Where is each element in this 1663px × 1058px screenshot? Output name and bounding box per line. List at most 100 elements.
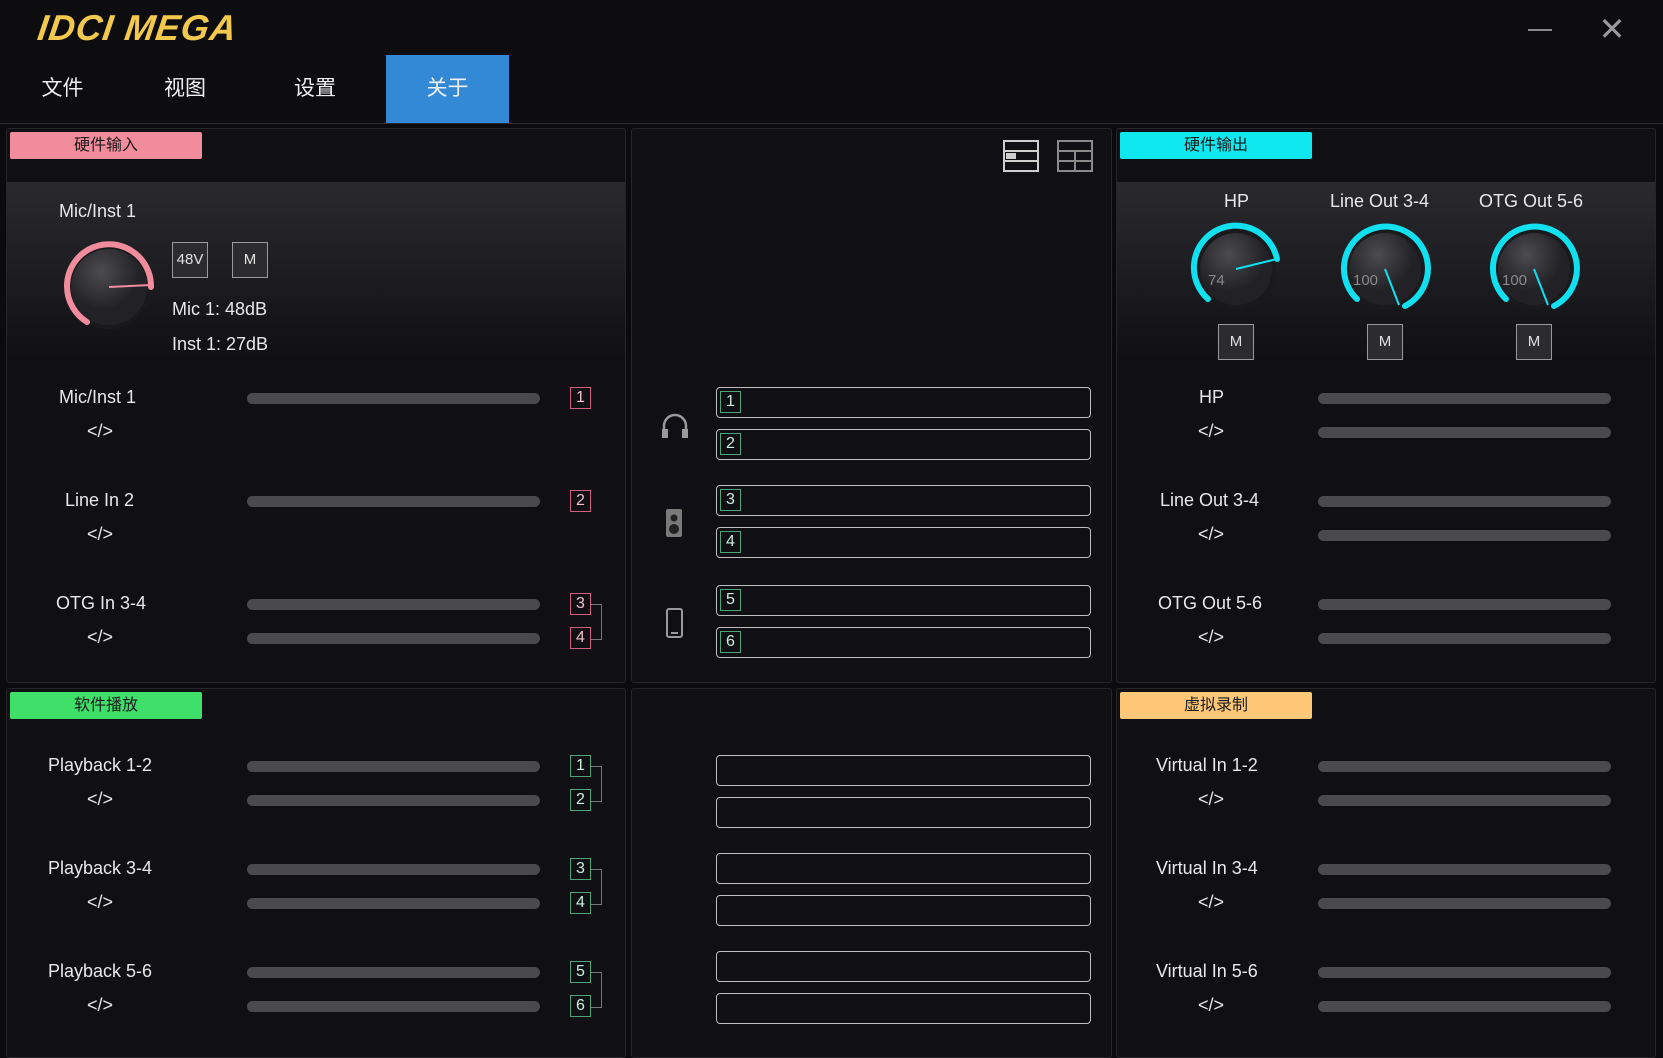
- virtual-row-code-button[interactable]: </>: [1198, 892, 1224, 913]
- playback-channel-number[interactable]: 4: [570, 892, 591, 914]
- output-level-meter: [1318, 427, 1611, 438]
- playback-level-meter: [247, 864, 540, 875]
- routing-slot[interactable]: 4: [716, 527, 1091, 558]
- title-bar: IDCI MEGA ✕: [0, 0, 1663, 56]
- routing-panel: 1 2 3 4 5 6: [631, 128, 1112, 683]
- output-row-code-button[interactable]: </>: [1198, 627, 1224, 648]
- hp-volume-knob[interactable]: [1186, 219, 1286, 319]
- virtual-record-tag: 虚拟录制: [1120, 692, 1312, 719]
- output-row-name: Line Out 3-4: [1160, 490, 1260, 510]
- playback-channel-number[interactable]: 6: [570, 995, 591, 1017]
- stereo-link-bracket: [591, 869, 602, 905]
- playback-level-meter: [247, 1001, 540, 1012]
- mic-gain-readout: Mic 1: 48dB: [172, 299, 268, 319]
- output-knob-label: Line Out 3-4: [1330, 191, 1430, 211]
- playback-row-code-button[interactable]: </>: [87, 995, 113, 1016]
- playback-channel-number[interactable]: 2: [570, 789, 591, 811]
- input-row-name: OTG In 3-4: [56, 593, 147, 613]
- menu-settings[interactable]: 设置: [245, 55, 385, 123]
- output-knob-label: OTG Out 5-6: [1479, 191, 1584, 211]
- otg-out-mute-button[interactable]: M: [1516, 324, 1552, 360]
- virtual-row-name: Virtual In 5-6: [1156, 961, 1258, 981]
- routing-slot-empty[interactable]: [716, 755, 1091, 786]
- hardware-output-panel: 硬件输出 HP Line Out 3-4 OTG Out 5-6 74 100 …: [1116, 128, 1656, 683]
- slot-number: 2: [720, 433, 741, 455]
- input-channel-number[interactable]: 1: [570, 387, 591, 409]
- playback-row-name: Playback 1-2: [48, 755, 153, 775]
- input-row-code-button[interactable]: </>: [87, 421, 113, 442]
- virtual-row-name: Virtual In 1-2: [1156, 755, 1258, 775]
- menu-file[interactable]: 文件: [0, 55, 125, 123]
- mic-gain-knob[interactable]: [57, 237, 167, 347]
- inst-gain-readout: Inst 1: 27dB: [172, 334, 269, 354]
- menu-about[interactable]: 关于: [386, 55, 509, 123]
- routing-slot-empty[interactable]: [716, 951, 1091, 982]
- output-level-meter: [1318, 496, 1611, 507]
- phone-icon: [666, 608, 683, 638]
- routing-slot[interactable]: 1: [716, 387, 1091, 418]
- routing-slot-empty[interactable]: [716, 895, 1091, 926]
- input-row-code-button[interactable]: </>: [87, 524, 113, 545]
- layout-grid-icon[interactable]: [1056, 139, 1096, 173]
- software-playback-panel: 软件播放 Playback 1-2 </> 1 2 Playback 3-4 <…: [6, 688, 626, 1058]
- input-row-code-button[interactable]: </>: [87, 627, 113, 648]
- playback-channel-number[interactable]: 5: [570, 961, 591, 983]
- routing-slot[interactable]: 2: [716, 429, 1091, 460]
- virtual-level-meter: [1318, 795, 1611, 806]
- playback-row-code-button[interactable]: </>: [87, 892, 113, 913]
- virtual-level-meter: [1318, 761, 1611, 772]
- input-mute-button[interactable]: M: [232, 242, 268, 278]
- routing-slot-empty[interactable]: [716, 797, 1091, 828]
- virtual-record-panel: 虚拟录制 Virtual In 1-2 </> Virtual In 3-4 <…: [1116, 688, 1656, 1058]
- stereo-link-bracket: [591, 604, 602, 640]
- input-row-name: Line In 2: [65, 490, 135, 510]
- stereo-link-bracket: [591, 972, 602, 1008]
- line-out-volume-value: 100: [1353, 272, 1379, 289]
- playback-row-name: Playback 3-4: [48, 858, 153, 878]
- playback-level-meter: [247, 967, 540, 978]
- routing-slot-empty[interactable]: [716, 853, 1091, 884]
- output-row-name: OTG Out 5-6: [1158, 593, 1263, 613]
- playback-row-code-button[interactable]: </>: [87, 789, 113, 810]
- routing-slot[interactable]: 6: [716, 627, 1091, 658]
- otg-out-volume-knob[interactable]: [1484, 219, 1584, 319]
- input-channel-number[interactable]: 2: [570, 490, 591, 512]
- routing-slot[interactable]: 3: [716, 485, 1091, 516]
- menu-bar: 文件 视图 设置 关于: [0, 55, 1663, 124]
- input-level-meter: [247, 599, 540, 610]
- playback-channel-number[interactable]: 3: [570, 858, 591, 880]
- virtual-row-code-button[interactable]: </>: [1198, 789, 1224, 810]
- virtual-level-meter: [1318, 1001, 1611, 1012]
- hardware-input-tag: 硬件输入: [10, 132, 202, 159]
- routing-slot[interactable]: 5: [716, 585, 1091, 616]
- headphones-icon: [662, 413, 688, 438]
- minimize-button[interactable]: [1525, 14, 1555, 44]
- phantom-48v-button[interactable]: 48V: [172, 242, 208, 278]
- close-button[interactable]: ✕: [1595, 12, 1629, 46]
- playback-channel-number[interactable]: 1: [570, 755, 591, 777]
- otg-out-volume-value: 100: [1502, 272, 1528, 289]
- input-level-meter: [247, 496, 540, 507]
- software-playback-tag: 软件播放: [10, 692, 202, 719]
- virtual-row-code-button[interactable]: </>: [1198, 995, 1224, 1016]
- output-row-code-button[interactable]: </>: [1198, 524, 1224, 545]
- input-channel-number[interactable]: 3: [570, 593, 591, 615]
- output-level-meter: [1318, 633, 1611, 644]
- routing-slot-empty[interactable]: [716, 993, 1091, 1024]
- playback-level-meter: [247, 898, 540, 909]
- menu-view[interactable]: 视图: [125, 55, 245, 123]
- slot-number: 4: [720, 531, 741, 553]
- input-channel-title: Mic/Inst 1: [59, 201, 137, 221]
- hp-mute-button[interactable]: M: [1218, 324, 1254, 360]
- output-level-meter: [1318, 393, 1611, 404]
- output-row-code-button[interactable]: </>: [1198, 421, 1224, 442]
- input-channel-number[interactable]: 4: [570, 627, 591, 649]
- line-out-mute-button[interactable]: M: [1367, 324, 1403, 360]
- virtual-level-meter: [1318, 864, 1611, 875]
- layout-single-icon[interactable]: [1002, 139, 1042, 173]
- playback-level-meter: [247, 795, 540, 806]
- input-row-name: Mic/Inst 1: [59, 387, 137, 407]
- line-out-volume-knob[interactable]: [1335, 219, 1435, 319]
- hp-volume-value: 74: [1208, 272, 1225, 289]
- slot-number: 3: [720, 489, 741, 511]
